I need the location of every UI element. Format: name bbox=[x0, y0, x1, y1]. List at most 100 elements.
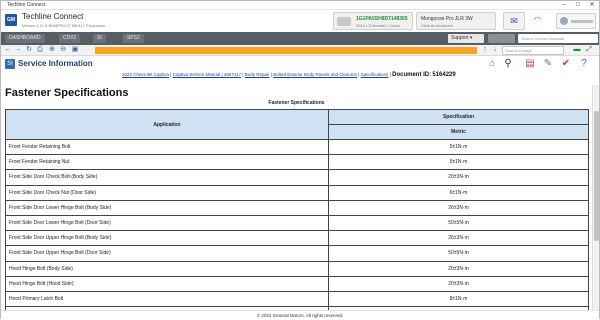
table-row: Front Side Door Check Bolt (Body Side) 20… bbox=[5, 169, 589, 186]
vertical-scrollbar[interactable] bbox=[592, 85, 599, 310]
vehicle-description: 2014 • Chevrolet • Cruze bbox=[356, 23, 400, 28]
application-cell: Hood Primary Latch Bolt bbox=[5, 290, 329, 308]
breadcrumb-vehicle[interactable]: 2022 Chevrolet Captiva bbox=[122, 72, 169, 77]
expand-icon[interactable]: ⤢ bbox=[585, 46, 593, 54]
application-cell: Front Side Door Check Nut (Door Side) bbox=[5, 184, 329, 201]
table-row: Front Side Door Lower Hinge Bolt (Door S… bbox=[5, 214, 589, 232]
table-row: Hood Hinge Bolt (Hood Side) 20±3N·m bbox=[5, 275, 589, 292]
metric-cell: 26±3N·m bbox=[328, 199, 589, 216]
car-icon bbox=[337, 17, 351, 26]
breadcrumb-specifications[interactable]: Specifications bbox=[361, 72, 389, 77]
zoom-in-icon[interactable]: ⊕ bbox=[48, 46, 56, 54]
gm-logo-icon: GM bbox=[5, 14, 17, 26]
table-row: Front Side Door Check Nut (Door Side) 6±1… bbox=[5, 184, 589, 201]
fastener-specifications-table: Application Specification Metric Front F… bbox=[5, 109, 589, 310]
maximize-icon[interactable]: □ bbox=[571, 1, 585, 10]
document-content: Fastener Specifications Fastener Specifi… bbox=[1, 85, 592, 310]
window-title: Techline Connect bbox=[7, 2, 46, 8]
help-icon[interactable]: ? bbox=[577, 58, 591, 70]
main-nav: DASHBOARD CDX2 SI SPS2 Support ▾ Search … bbox=[1, 32, 599, 45]
close-icon[interactable]: ✕ bbox=[585, 1, 599, 10]
home-icon[interactable]: ⌂ bbox=[485, 58, 499, 70]
application-cell: Hood Hinge Bolt (Body Side) bbox=[5, 260, 329, 277]
application-cell: Front Side Door Lower Hinge Bolt (Body S… bbox=[5, 199, 329, 216]
table-row: Front Side Door Lower Hinge Bolt (Body S… bbox=[5, 199, 589, 216]
document-id-label: Document ID: bbox=[392, 72, 432, 78]
support-dropdown[interactable]: Support ▾ bbox=[448, 34, 484, 43]
service-info-bar: SI Service Information ⌂ ⚲ ▤ ✎ ✔ ? 2022 … bbox=[1, 56, 599, 84]
breadcrumb-panels[interactable]: Bolted Exterior Body Panels and Closures bbox=[273, 72, 357, 77]
breadcrumb-body-repair[interactable]: Body Repair bbox=[245, 72, 270, 77]
minimize-icon[interactable]: – bbox=[557, 1, 571, 10]
metric-cell: 5±1N·m bbox=[328, 138, 589, 156]
table-body: Front Fender Retaining Bolt 5±1N·m Front F… bbox=[5, 138, 589, 310]
metric-cell: 6±1N·m bbox=[328, 184, 589, 201]
device-status: Click to reconnect bbox=[421, 23, 453, 28]
metric-cell: 8±1N·m bbox=[328, 290, 589, 308]
tools-icon[interactable]: ✎ bbox=[541, 58, 555, 70]
device-name: Mongoose Pro JLR 3W bbox=[421, 16, 473, 22]
application-cell: Front Fender Retaining Bolt bbox=[5, 138, 329, 156]
book-icon[interactable]: ▤ bbox=[523, 58, 537, 70]
table-row: Front Fender Retaining Bolt 5±1N·m bbox=[5, 138, 589, 156]
column-header-application: Application bbox=[5, 109, 329, 140]
metric-cell: 20±3N·m bbox=[328, 169, 589, 186]
page-title: Fastener Specifications bbox=[5, 87, 129, 99]
messages-button[interactable]: ✉ bbox=[503, 12, 525, 30]
app-window: Techline Connect – □ ✕ GM Techline Conne… bbox=[0, 0, 600, 319]
up-arrow-icon[interactable]: ↑ bbox=[481, 46, 489, 54]
service-info-icon: SI bbox=[5, 59, 15, 69]
status-bar bbox=[95, 47, 477, 54]
envelope-icon: ✉ bbox=[510, 16, 518, 26]
application-cell: Front Fender Retaining Nut bbox=[5, 154, 329, 171]
document-id: 5164229 bbox=[432, 72, 456, 78]
zoom-out-icon[interactable]: ⊖ bbox=[59, 46, 67, 54]
forward-arrow-icon[interactable]: → bbox=[14, 46, 22, 54]
breadcrumb: 2022 Chevrolet Captiva | Captiva Service… bbox=[122, 72, 456, 78]
page-search-input[interactable]: Search in page bbox=[502, 46, 564, 55]
service-info-title: Service Information bbox=[18, 59, 93, 68]
app-version: Version 1.11.0-RM4PRVOT 550117 Productio… bbox=[22, 23, 106, 28]
column-header-specification: Specification bbox=[328, 109, 589, 125]
avatar bbox=[560, 17, 568, 25]
app-name: Techline Connect bbox=[22, 12, 84, 21]
bicycle-icon[interactable]: ⚲ bbox=[501, 58, 515, 70]
support-label: Support bbox=[451, 35, 469, 41]
wifi-icon: ◠ bbox=[534, 15, 541, 24]
minimize-panel-icon[interactable]: ▬ bbox=[573, 46, 581, 54]
tab-cdx2[interactable]: CDX2 bbox=[59, 34, 81, 43]
user-name bbox=[571, 20, 593, 23]
metric-cell: 50±5N·m bbox=[328, 245, 589, 262]
table-row: Hood Hinge Bolt (Body Side) 20±3N·m bbox=[5, 260, 589, 277]
application-cell: Front Side Door Upper Hinge Bolt (Body S… bbox=[5, 230, 329, 247]
metric-cell: 20±3N·m bbox=[328, 275, 589, 292]
application-cell: Front Side Door Upper Hinge Bolt (Door S… bbox=[5, 245, 329, 262]
footer: © 2022 General Motors. All rights reserv… bbox=[1, 310, 599, 319]
refresh-icon[interactable]: ↻ bbox=[25, 46, 33, 54]
vehicle-selector[interactable]: 1G1PA5SH8D7148365 2014 • Chevrolet • Cru… bbox=[333, 12, 413, 30]
user-menu[interactable] bbox=[556, 13, 596, 29]
bookmark-icon[interactable]: ✔ bbox=[559, 58, 573, 70]
scrollbar-thumb[interactable] bbox=[594, 111, 599, 241]
table-row: Front Fender Retaining Nut 5±1N·m bbox=[5, 154, 589, 171]
tab-dashboard[interactable]: DASHBOARD bbox=[5, 34, 45, 43]
application-cell: Front Side Door Check Bolt (Body Side) bbox=[5, 169, 329, 186]
breadcrumb-manual[interactable]: Captiva Service Manual | 4657117 bbox=[173, 72, 241, 77]
down-arrow-icon[interactable]: ↓ bbox=[491, 46, 499, 54]
print-icon[interactable]: ⎙ bbox=[36, 46, 44, 54]
title-bar: Techline Connect – □ ✕ bbox=[1, 1, 599, 10]
nav-dropdown[interactable] bbox=[488, 34, 515, 43]
metric-cell: 26±3N·m bbox=[328, 230, 589, 247]
device-selector[interactable]: Mongoose Pro JLR 3W Click to reconnect bbox=[416, 12, 496, 30]
table-caption: Fastener Specifications bbox=[268, 100, 325, 106]
document-toolbar: ← → ↻ ⎙ ⊕ ⊖ ▣ ↑ ↓ Search in page ▬ ⤢ bbox=[1, 45, 599, 56]
back-arrow-icon[interactable]: ← bbox=[4, 46, 12, 54]
table-row: Front Side Door Upper Hinge Bolt (Body S… bbox=[5, 230, 589, 247]
column-header-metric: Metric bbox=[328, 124, 589, 140]
fit-page-icon[interactable]: ▣ bbox=[71, 46, 79, 54]
table-row: Hood Primary Latch Bolt 8±1N·m bbox=[5, 290, 589, 308]
service-manual-search-input[interactable]: Search Service Manuals bbox=[518, 34, 598, 43]
tab-si[interactable]: SI bbox=[93, 34, 106, 43]
tab-sps2[interactable]: SPS2 bbox=[123, 34, 144, 43]
application-cell: Front Side Door Lower Hinge Bolt (Door S… bbox=[5, 214, 329, 232]
